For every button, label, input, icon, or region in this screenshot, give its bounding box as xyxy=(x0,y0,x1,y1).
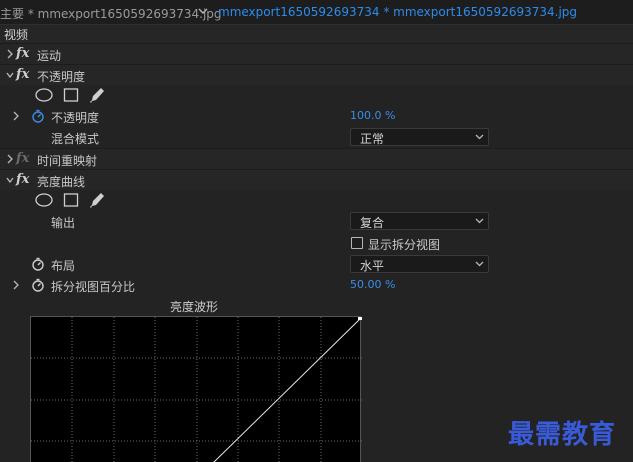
blend-mode-dropdown[interactable]: 正常 xyxy=(350,128,489,146)
effect-brightness-curves-label: 亮度曲线 xyxy=(37,175,86,189)
ellipse-mask-icon[interactable] xyxy=(35,192,53,208)
output-value: 复合 xyxy=(360,216,385,230)
effect-time-remap-row[interactable]: fx 时间重映射 xyxy=(0,148,633,169)
watermark-logo: 最需教育 xyxy=(508,420,617,450)
brightness-curve-line[interactable] xyxy=(213,317,362,462)
effect-opacity-row[interactable]: fx 不透明度 xyxy=(0,64,633,85)
active-clip-tab[interactable]: mmexport1650592693734 * mmexport16505926… xyxy=(218,5,577,19)
split-view-row: 显示拆分视图 xyxy=(0,233,633,254)
stopwatch-icon[interactable] xyxy=(31,278,45,292)
chevron-down-icon[interactable] xyxy=(6,70,14,80)
fx-icon[interactable]: fx xyxy=(16,46,29,61)
chevron-right-icon[interactable] xyxy=(6,49,14,59)
fx-icon[interactable]: fx xyxy=(16,67,29,82)
output-row: 输出 复合 xyxy=(0,211,633,232)
curves-mask-tools xyxy=(0,190,633,211)
grid-lines xyxy=(31,317,362,462)
curve-point-handle[interactable] xyxy=(358,316,362,320)
chevron-right-icon[interactable] xyxy=(6,154,14,164)
chevron-down-icon xyxy=(475,134,484,140)
blend-mode-row: 混合模式 正常 xyxy=(0,127,633,148)
curve-canvas[interactable] xyxy=(31,316,362,462)
layout-row: 布局 水平 xyxy=(0,254,633,275)
layout-dropdown[interactable]: 水平 xyxy=(350,255,489,273)
blend-mode-label: 混合模式 xyxy=(51,132,100,146)
effect-motion-row[interactable]: fx 运动 xyxy=(0,43,633,64)
video-section-label: 视频 xyxy=(4,28,29,42)
layout-value: 水平 xyxy=(360,259,385,273)
brightness-waveform-title: 亮度波形 xyxy=(170,300,219,314)
split-percent-label: 拆分视图百分比 xyxy=(51,280,136,294)
effect-time-remap-label: 时间重映射 xyxy=(37,154,98,168)
effect-opacity-label: 不透明度 xyxy=(37,70,86,84)
stopwatch-active-icon[interactable] xyxy=(31,109,45,123)
video-section-header: 视频 xyxy=(0,25,633,43)
opacity-value[interactable]: 100.0 % xyxy=(350,109,395,122)
stopwatch-icon[interactable] xyxy=(31,257,45,271)
ellipse-mask-icon[interactable] xyxy=(35,87,53,103)
blend-mode-value: 正常 xyxy=(360,132,385,146)
output-label: 输出 xyxy=(51,216,76,230)
opacity-mask-tools xyxy=(0,85,633,106)
split-percent-row: 拆分视图百分比 50.00 % xyxy=(0,275,633,296)
chevron-right-icon[interactable] xyxy=(12,280,20,290)
rectangle-mask-icon[interactable] xyxy=(63,87,79,103)
chevron-down-icon[interactable] xyxy=(196,4,210,18)
panel-tab-bar: 主要 * mmexport1650592693734.jpg mmexport1… xyxy=(0,0,633,25)
pen-mask-icon[interactable] xyxy=(89,192,105,209)
pen-mask-icon[interactable] xyxy=(89,87,105,104)
brightness-curve-graph[interactable] xyxy=(30,316,362,462)
source-clip-tab[interactable]: 主要 * mmexport1650592693734.jpg xyxy=(0,5,222,22)
fx-icon: fx xyxy=(16,151,30,166)
split-view-label[interactable]: 显示拆分视图 xyxy=(368,236,440,253)
output-dropdown[interactable]: 复合 xyxy=(350,212,489,230)
chevron-down-icon xyxy=(475,261,484,267)
chevron-down-icon xyxy=(475,218,484,224)
split-percent-value[interactable]: 50.00 % xyxy=(350,278,395,291)
fx-icon[interactable]: fx xyxy=(16,172,29,187)
opacity-property-label: 不透明度 xyxy=(51,111,100,125)
chevron-down-icon[interactable] xyxy=(6,175,14,185)
layout-label: 布局 xyxy=(51,259,76,273)
chevron-right-icon[interactable] xyxy=(12,111,20,121)
rectangle-mask-icon[interactable] xyxy=(63,192,79,208)
effect-motion-label: 运动 xyxy=(37,49,62,63)
effect-brightness-curves-row[interactable]: fx 亮度曲线 xyxy=(0,169,633,190)
split-view-checkbox[interactable] xyxy=(351,237,363,249)
opacity-value-row: 不透明度 100.0 % xyxy=(0,106,633,127)
